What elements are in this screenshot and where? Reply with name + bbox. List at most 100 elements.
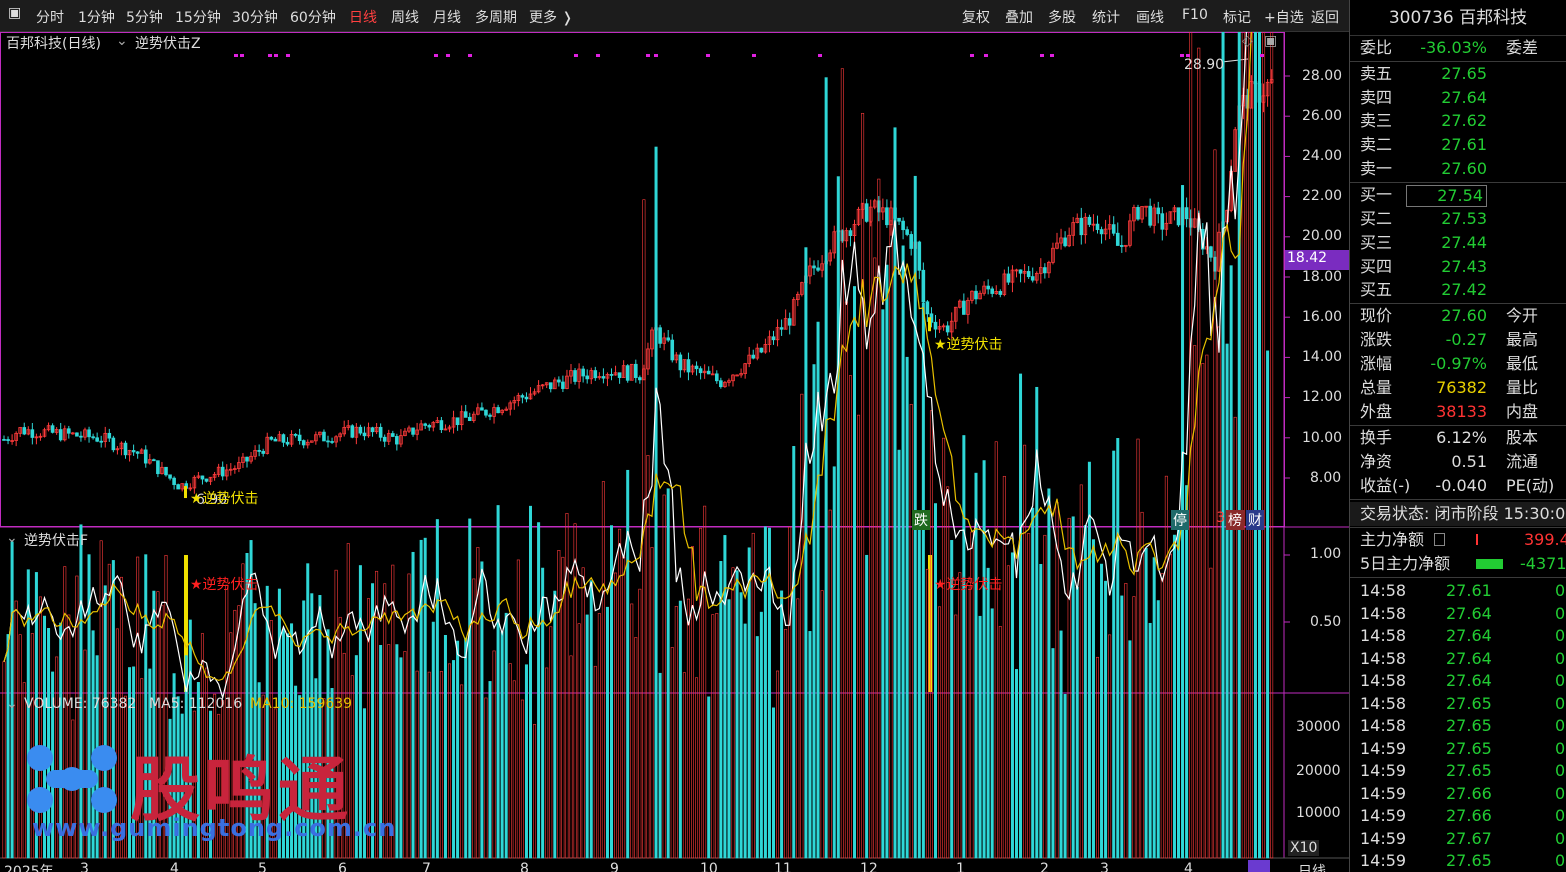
chart-area[interactable]: 百邦科技(日线) ⌄ 逆势伏击Z ◇ ▣ 28.90 6.90 ★逆势伏击 ★逆… — [0, 32, 1349, 872]
period-fenshi[interactable]: 分时 — [36, 7, 64, 27]
menu-icon[interactable]: ▣ — [8, 5, 21, 21]
volume-bar — [593, 665, 597, 859]
main-net-row: 主力净额 399.4 — [1350, 528, 1566, 552]
period-monthly[interactable]: 月线 — [433, 7, 461, 27]
candle-body — [350, 425, 355, 438]
volume-bar — [1209, 567, 1213, 859]
candle-body — [87, 429, 91, 438]
main-indicator-name[interactable]: 逆势伏击Z — [135, 33, 201, 53]
bid-row[interactable]: 买五 27.42 — [1350, 278, 1566, 302]
draw-button[interactable]: 画线 — [1136, 7, 1164, 27]
volume-bar — [946, 486, 950, 859]
bang-marker[interactable]: 榜 — [1226, 510, 1244, 530]
tick-row: 14:58 27.64 0 — [1350, 669, 1566, 693]
period-weekly[interactable]: 周线 — [391, 7, 419, 27]
volume-bar — [1152, 557, 1156, 859]
back-button[interactable]: 返回 — [1311, 7, 1339, 27]
volume-bar — [626, 469, 630, 859]
volume-bar — [1006, 565, 1010, 859]
tick-row: 14:58 27.64 0 — [1350, 624, 1566, 648]
ask-row[interactable]: 卖一 27.60 — [1350, 157, 1566, 181]
stat-row: 外盘 38133 内盘 — [1350, 400, 1566, 424]
mark-button[interactable]: 标记 — [1223, 7, 1251, 27]
sub-collapse-icon[interactable]: ⌄ — [6, 530, 18, 546]
volume-bar — [686, 598, 690, 859]
ask-row[interactable]: 卖三 27.62 — [1350, 109, 1566, 133]
candle-body — [848, 230, 853, 237]
candle-body — [986, 285, 990, 290]
period-60min[interactable]: 60分钟 — [290, 7, 336, 27]
bid-price: 27.54 — [1406, 185, 1487, 207]
sub-indicator-name[interactable]: 逆势伏击F — [24, 530, 88, 550]
overlay-button[interactable]: 叠加 — [1005, 7, 1033, 27]
volume-bar — [1100, 563, 1104, 859]
volume-bar — [520, 699, 524, 859]
bid-row[interactable]: 买二 27.53 — [1350, 207, 1566, 231]
period-5min[interactable]: 5分钟 — [126, 7, 163, 27]
volume-bar — [1148, 622, 1152, 859]
price-tick: 18.00 — [1302, 269, 1343, 285]
volume-bar — [1144, 547, 1148, 859]
period-15min[interactable]: 15分钟 — [175, 7, 221, 27]
tick-volume: 0 — [1555, 603, 1566, 623]
diamond-icon[interactable]: ◇ — [1242, 33, 1253, 49]
period-1min[interactable]: 1分钟 — [78, 7, 115, 27]
tick-time: 14:59 — [1360, 828, 1407, 848]
candle-body — [548, 382, 553, 390]
volume-bar — [695, 677, 699, 859]
candle-body — [779, 327, 784, 330]
window-icon[interactable]: ▣ — [1264, 33, 1277, 49]
candle-body — [362, 432, 367, 437]
multi-stock-button[interactable]: 多股 — [1048, 7, 1076, 27]
bid-row[interactable]: 买一 27.54 — [1350, 183, 1566, 207]
candle-body — [561, 381, 565, 389]
tick-volume: 0 — [1555, 806, 1566, 825]
die-marker[interactable]: 跌 — [912, 510, 930, 530]
tick-price: 27.64 — [1446, 603, 1492, 623]
ask-row[interactable]: 卖五 27.65 — [1350, 62, 1566, 86]
candle-body — [135, 451, 140, 454]
volume-bar — [622, 556, 626, 859]
volume-bar — [569, 655, 573, 859]
volume-bar — [998, 626, 1002, 859]
volume-bar — [1258, 32, 1262, 859]
bid-row[interactable]: 买三 27.44 — [1350, 231, 1566, 255]
ask-row[interactable]: 卖四 27.64 — [1350, 86, 1566, 110]
candle-body — [638, 377, 642, 381]
period-multi[interactable]: 多周期 — [475, 7, 517, 27]
volume-bar — [857, 414, 861, 859]
stock-title[interactable]: 300736 百邦科技 — [1350, 0, 1566, 36]
volume-bar — [840, 68, 844, 859]
volume-bar — [601, 481, 605, 859]
volume-bar — [1096, 656, 1100, 859]
vol-collapse-icon[interactable]: ⌄ — [6, 696, 18, 712]
tick-volume: 0 — [1555, 738, 1566, 758]
stats-button[interactable]: 统计 — [1092, 7, 1120, 27]
fuquan-button[interactable]: 复权 — [962, 7, 990, 27]
candle-body — [901, 220, 905, 231]
volume-bar — [1253, 32, 1257, 859]
tick-time: 14:59 — [1360, 761, 1407, 780]
document-icon[interactable] — [1434, 533, 1445, 546]
cai-marker[interactable]: 财 — [1246, 510, 1264, 530]
stat-label-right: 今开 — [1506, 306, 1539, 325]
volume-bar — [723, 535, 727, 859]
add-watchlist-button[interactable]: +自选 — [1264, 7, 1304, 27]
period-more[interactable]: 更多 ❭ — [529, 7, 573, 27]
trade-status: 交易状态: 闭市阶段 15:30:0 — [1350, 502, 1566, 526]
stat-label: 换手 — [1360, 428, 1393, 447]
period-30min[interactable]: 30分钟 — [232, 7, 278, 27]
weibi-row: 委比 -36.03% 委差 — [1350, 36, 1566, 60]
f10-button[interactable]: F10 — [1182, 7, 1208, 23]
date-tick: 11 — [774, 861, 792, 872]
candle-body — [164, 466, 168, 476]
period-daily[interactable]: 日线 — [349, 7, 377, 27]
bid-row[interactable]: 买四 27.43 — [1350, 255, 1566, 279]
candle-body — [382, 436, 387, 442]
ask-row[interactable]: 卖二 27.61 — [1350, 133, 1566, 157]
volume-bar — [2, 661, 6, 859]
ting-marker[interactable]: 停 — [1171, 510, 1189, 530]
volume-bar — [1177, 510, 1181, 859]
collapse-icon[interactable]: ⌄ — [116, 33, 128, 49]
volume-bar — [759, 611, 763, 859]
